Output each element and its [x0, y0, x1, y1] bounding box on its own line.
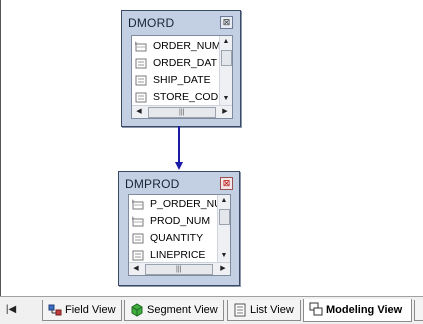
field-name: ORDER_DAT [153, 57, 217, 69]
scroll-right-icon[interactable]: ▶ [219, 106, 231, 118]
scroll-up-icon[interactable]: ▲ [218, 196, 230, 206]
vertical-scrollbar[interactable]: ▲ ▼ [219, 36, 232, 105]
tab-label: List View [250, 304, 294, 316]
list-view-icon [234, 303, 246, 317]
field-icon [135, 75, 147, 86]
arrow-down-icon [175, 162, 183, 170]
field-list[interactable]: * ORDER_NUM ORDER_DAT SHIP_DATE [131, 35, 233, 119]
key-field-icon: * [135, 41, 147, 52]
close-icon[interactable]: ⊠ [220, 16, 233, 29]
grip-icon: ||| [176, 266, 182, 273]
key-field-icon: * [132, 216, 144, 227]
field-name: P_ORDER_NU [150, 198, 222, 210]
scroll-thumb[interactable]: ||| [148, 107, 216, 118]
field-name: ORDER_NUM [153, 40, 221, 52]
tab-field-view[interactable]: Field View [42, 300, 122, 321]
scroll-left-icon[interactable]: ◀ [130, 263, 142, 275]
vertical-scrollbar[interactable]: ▲ ▼ [217, 195, 230, 262]
table-title: DMORD [128, 16, 175, 30]
horizontal-scrollbar[interactable]: ◀ ||| ▶ [132, 105, 232, 118]
field-name: SHIP_DATE [153, 74, 211, 86]
modeling-view-icon [309, 302, 323, 316]
grip-icon: ||| [179, 109, 185, 116]
segment-view-icon [131, 303, 143, 317]
tab-label: Modeling View [326, 304, 403, 316]
key-field-icon: * [132, 199, 144, 210]
scroll-thumb[interactable] [221, 50, 232, 66]
scroll-down-icon[interactable]: ▼ [220, 94, 232, 104]
field-icon [135, 58, 147, 69]
tab-segment-view[interactable]: Segment View [124, 300, 224, 321]
tab-modeling-view[interactable]: Modeling View [303, 299, 412, 322]
field-name: PROD_NUM [150, 215, 211, 227]
first-tab-icon[interactable]: |◀ [4, 303, 18, 317]
table-title: DMPROD [125, 177, 180, 191]
field-icon [132, 250, 144, 261]
scroll-up-icon[interactable]: ▲ [220, 37, 232, 47]
field-icon [132, 233, 144, 244]
scroll-thumb[interactable]: ||| [145, 264, 213, 275]
table-box-dmprod[interactable]: DMPROD ⊠ * P_ORDER_NU * PROD_NUM [118, 171, 240, 286]
field-list[interactable]: * P_ORDER_NU * PROD_NUM QUANTITY [128, 194, 231, 276]
field-icon [135, 92, 147, 103]
field-view-icon [48, 304, 62, 316]
tab-label: Segment View [147, 304, 218, 316]
scroll-right-icon[interactable]: ▶ [217, 263, 229, 275]
close-icon[interactable]: ⊠ [220, 177, 233, 190]
horizontal-scrollbar[interactable]: ◀ ||| ▶ [129, 262, 230, 275]
tab-label: Field View [65, 304, 116, 316]
scroll-left-icon[interactable]: ◀ [133, 106, 145, 118]
field-name: QUANTITY [150, 232, 204, 244]
modeling-canvas[interactable]: DMORD ⊠ * ORDER_NUM ORDER_DAT [0, 0, 423, 296]
scroll-thumb[interactable] [219, 209, 230, 225]
scroll-down-icon[interactable]: ▼ [218, 251, 230, 261]
view-tab-strip: |◀ Field View Segment View List View Mod… [0, 296, 423, 324]
tab-list-view[interactable]: List View [227, 300, 301, 321]
tab-overflow[interactable] [414, 300, 423, 321]
relationship-line[interactable] [178, 126, 180, 166]
field-name: STORE_COD [153, 91, 219, 103]
table-box-dmord[interactable]: DMORD ⊠ * ORDER_NUM ORDER_DAT [121, 10, 241, 127]
